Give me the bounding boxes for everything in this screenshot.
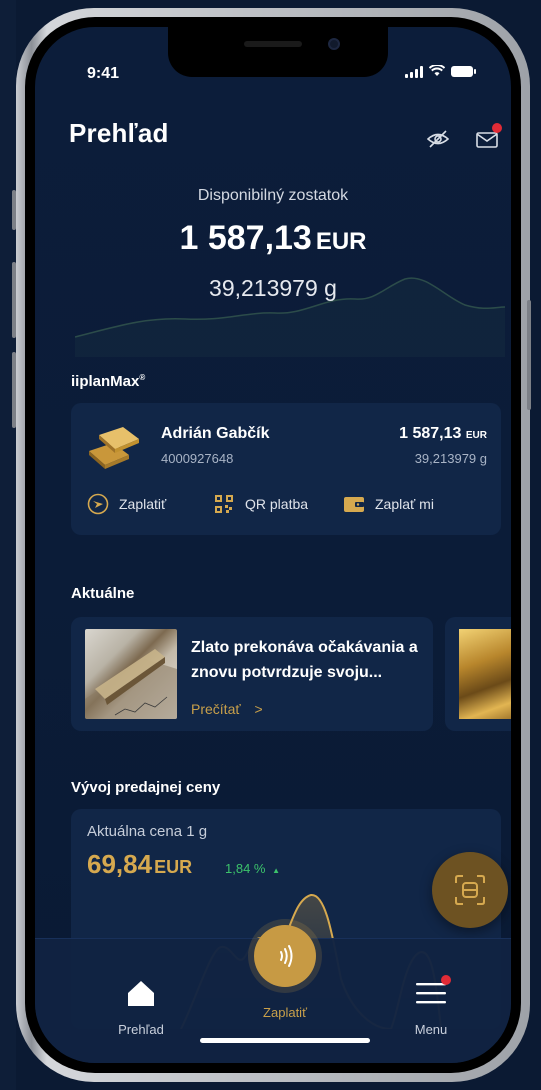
wallet-icon <box>343 493 365 515</box>
qr-payment-label: QR platba <box>245 496 309 512</box>
price-change: 1,84 % ▲ <box>225 861 280 876</box>
price-change-value: 1,84 % <box>225 861 266 876</box>
account-amount-currency: EUR <box>465 430 487 441</box>
account-holder-name: Adrián Gabčík <box>161 425 270 442</box>
account-actions: Zaplatiť QR platba Zaplať mi <box>87 493 491 517</box>
balance-value: 1 587,13 <box>179 219 312 257</box>
home-indicator[interactable] <box>200 1038 370 1043</box>
tab-overview-label: Prehľad <box>118 1022 164 1037</box>
send-icon <box>87 493 109 515</box>
front-camera <box>328 38 340 50</box>
phone-frame: 9:41 Prehľad Disponibilný zostatok 1 587… <box>16 8 530 1082</box>
background-edge <box>0 0 16 1090</box>
account-card[interactable]: Adrián Gabčík 4000927648 1 587,13 EUR 39… <box>71 403 501 535</box>
pay-action-button[interactable]: Zaplatiť <box>87 493 166 515</box>
status-time: 9:41 <box>87 65 120 82</box>
battery-icon <box>451 66 476 77</box>
tab-overview[interactable]: Prehľad <box>91 979 191 1037</box>
tab-pay-button[interactable] <box>254 925 316 987</box>
account-grams: 39,213979 g <box>414 451 487 466</box>
volume-up-button <box>12 262 16 338</box>
balance-sparkline <box>75 277 505 357</box>
balance-grams: 39,213979 g <box>209 275 337 301</box>
page-title: Prehľad <box>69 118 169 148</box>
balance-currency: EUR <box>315 228 367 255</box>
news-thumbnail <box>85 629 177 719</box>
account-amount: 1 587,13 EUR <box>399 425 487 443</box>
qr-code-icon <box>213 493 235 515</box>
tab-menu[interactable]: Menu <box>381 975 481 1037</box>
bottom-tab-bar: Prehľad Zaplatiť Menu <box>35 925 511 1063</box>
account-section-title: iiplanMax® <box>71 373 145 390</box>
arrow-up-icon: ▲ <box>272 866 281 875</box>
contactless-icon <box>280 945 293 967</box>
tab-pay-label: Zaplatiť <box>263 1005 307 1020</box>
scan-button[interactable] <box>432 852 508 928</box>
notch <box>168 27 388 77</box>
balance-label: Disponibilný zostatok <box>197 187 349 204</box>
account-amount-value: 1 587,13 <box>399 425 462 442</box>
read-more-label: Prečítať <box>191 701 241 717</box>
volume-down-button <box>12 352 16 428</box>
chevron-right-icon: > <box>254 701 263 717</box>
speaker <box>244 41 302 47</box>
qr-payment-button[interactable]: QR platba <box>213 493 308 515</box>
price-number: 69,84 <box>87 849 153 879</box>
price-currency: EUR <box>154 857 193 877</box>
tab-menu-label: Menu <box>414 1022 448 1037</box>
balance-amount: 1 587,13 EUR <box>35 219 511 258</box>
signal-icon <box>405 65 423 78</box>
news-title: Zlato prekonáva očakávania a znovu potvr… <box>191 639 418 681</box>
read-more-link[interactable]: Prečítať > <box>191 701 263 717</box>
price-section-title: Vývoj predajnej ceny <box>71 779 221 796</box>
request-payment-button[interactable]: Zaplať mi <box>343 493 434 515</box>
power-button <box>527 300 531 410</box>
news-section-title: Aktuálne <box>71 585 135 602</box>
registered-mark: ® <box>139 373 146 382</box>
eye-off-icon[interactable] <box>427 130 449 148</box>
home-icon <box>128 981 154 1006</box>
status-icons <box>405 64 476 78</box>
pay-action-label: Zaplatiť <box>119 496 167 512</box>
price-label: Aktuálna cena 1 g <box>87 823 208 840</box>
app-screen: 9:41 Prehľad Disponibilný zostatok 1 587… <box>35 27 511 1063</box>
account-section-title-text: iiplanMax <box>71 373 140 390</box>
news-card[interactable]: Zlato prekonáva očakávania a znovu potvr… <box>71 617 433 731</box>
account-number: 4000927648 <box>161 451 234 466</box>
menu-notification-badge <box>441 975 451 985</box>
news-thumbnail-next <box>459 629 511 719</box>
wifi-icon <box>428 64 446 78</box>
request-payment-label: Zaplať mi <box>375 496 434 512</box>
mute-switch <box>12 190 16 230</box>
scan-icon <box>455 875 485 905</box>
notification-badge <box>492 123 502 133</box>
news-card-next[interactable] <box>445 617 511 731</box>
price-value: 69,84 EUR <box>87 849 192 880</box>
gold-bars-icon <box>89 427 139 469</box>
